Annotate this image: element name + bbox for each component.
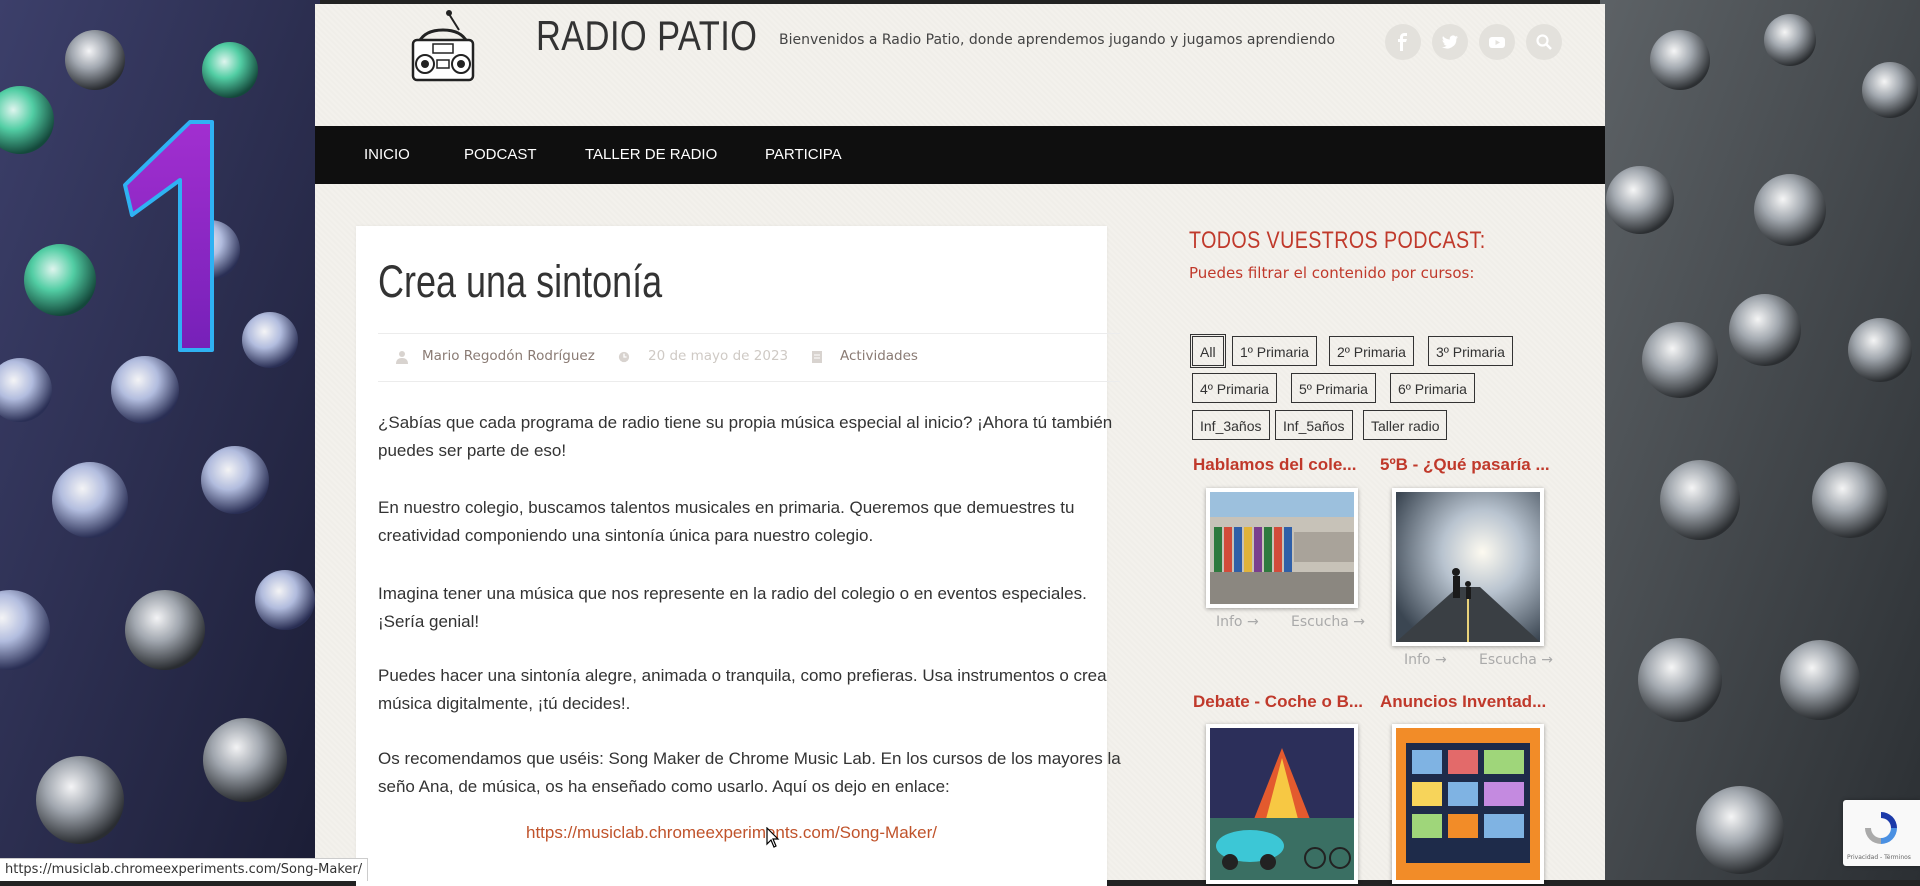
filter-1-primaria[interactable]: 1º Primaria [1232, 336, 1317, 366]
paragraph: ¿Sabías que cada programa de radio tiene… [378, 413, 1113, 460]
mouse-cursor-icon [766, 827, 780, 848]
filter-3-primaria[interactable]: 3º Primaria [1428, 336, 1513, 366]
filter-5-primaria[interactable]: 5º Primaria [1291, 373, 1376, 403]
listen-link[interactable]: Escucha → [1291, 614, 1365, 630]
podcast-card-title[interactable]: 5ºB - ¿Qué pasaría ... [1380, 455, 1550, 475]
recaptcha-badge[interactable]: Privacidad - Términos [1843, 800, 1920, 866]
paragraph: En nuestro colegio, buscamos talentos mu… [378, 498, 1075, 545]
post-meta: Mario Regodón Rodríguez 20 de mayo de 20… [378, 333, 1120, 382]
podcast-thumbnail[interactable] [1206, 724, 1358, 884]
filter-inf-5anos[interactable]: Inf_5años [1275, 410, 1353, 440]
filter-4-primaria[interactable]: 4º Primaria [1192, 373, 1277, 403]
filter-taller-radio[interactable]: Taller radio [1363, 410, 1448, 440]
sidebar-title: TODOS VUESTROS PODCAST: [1189, 227, 1486, 254]
recaptcha-terms[interactable]: Privacidad - Términos [1847, 854, 1911, 861]
browser-status-bar: https://musiclab.chromeexperiments.com/S… [0, 858, 369, 881]
page-container: RADIO PATIO Bienvenidos a Radio Patio, d… [315, 4, 1605, 886]
post-date: 20 de mayo de 2023 [648, 348, 789, 364]
main-nav: INICIO PODCAST TALLER DE RADIO PARTICIPA [315, 126, 1605, 184]
search-icon[interactable] [1526, 24, 1562, 60]
site-tagline: Bienvenidos a Radio Patio, donde aprende… [779, 32, 1336, 48]
nav-item-participa[interactable]: PARTICIPA [765, 126, 842, 184]
author-icon [396, 351, 408, 364]
podcast-card-title[interactable]: Anuncios Inventad... [1380, 692, 1546, 712]
clock-icon [618, 351, 630, 363]
twitter-icon[interactable] [1432, 24, 1468, 60]
podcast-thumbnail[interactable] [1392, 724, 1544, 884]
podcast-card-title[interactable]: Hablamos del cole... [1193, 455, 1356, 475]
podcast-thumbnail[interactable] [1206, 488, 1358, 608]
filter-inf-3anos[interactable]: Inf_3años [1192, 410, 1270, 440]
sidebar-subtitle: Puedes filtrar el contenido por cursos: [1189, 264, 1475, 282]
filter-2-primaria[interactable]: 2º Primaria [1329, 336, 1414, 366]
info-link[interactable]: Info → [1404, 652, 1447, 668]
site-header: RADIO PATIO Bienvenidos a Radio Patio, d… [315, 4, 1605, 126]
podcast-card-title[interactable]: Debate - Coche o B... [1193, 692, 1363, 712]
listen-link[interactable]: Escucha → [1479, 652, 1553, 668]
facebook-icon[interactable] [1385, 24, 1421, 60]
podcast-thumbnail[interactable] [1392, 488, 1544, 646]
paragraph: Imagina tener una música que nos represe… [378, 584, 1087, 631]
radio-logo-icon[interactable] [403, 8, 483, 88]
nav-item-podcast[interactable]: PODCAST [464, 126, 537, 184]
post-author[interactable]: Mario Regodón Rodríguez [422, 348, 595, 364]
post-title: Crea una sintonía [378, 256, 663, 307]
nav-item-taller-de-radio[interactable]: TALLER DE RADIO [585, 126, 717, 184]
site-title[interactable]: RADIO PATIO [536, 12, 757, 60]
recaptcha-icon [1865, 812, 1897, 844]
folder-icon [812, 351, 822, 363]
post-category[interactable]: Actividades [840, 348, 918, 364]
filter-6-primaria[interactable]: 6º Primaria [1390, 373, 1475, 403]
info-link[interactable]: Info → [1216, 614, 1259, 630]
filter-all[interactable]: All [1190, 334, 1226, 368]
youtube-icon[interactable] [1479, 24, 1515, 60]
nav-item-inicio[interactable]: INICIO [364, 126, 410, 184]
paragraph: Puedes hacer una sintonía alegre, animad… [378, 666, 1107, 713]
song-maker-link[interactable]: https://musiclab.chromeexperiments.com/S… [356, 823, 1107, 843]
paragraph: Os recomendamos que uséis: Song Maker de… [378, 749, 1121, 796]
article-card: Crea una sintonía Mario Regodón Rodrígue… [356, 226, 1121, 886]
